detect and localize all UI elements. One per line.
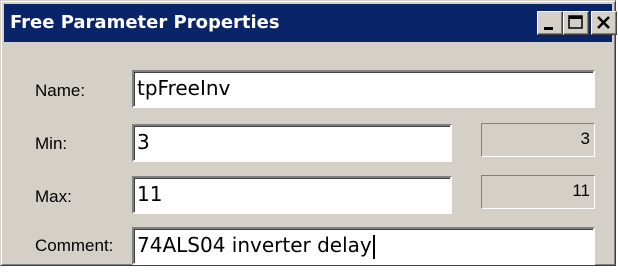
min-input[interactable]: 3 (132, 124, 452, 162)
name-input[interactable]: tpFreeInv (132, 70, 595, 108)
window-title: Free Parameter Properties (10, 12, 280, 33)
min-label: Min: (35, 134, 68, 153)
free-parameter-properties-window: Free Parameter Properties Name: tpFreeIn… (0, 0, 617, 266)
comment-text: 74ALS04 inverter delay (137, 233, 372, 257)
maximize-button[interactable] (563, 11, 589, 35)
comment-label: Comment: (35, 236, 114, 255)
max-input[interactable]: 11 (132, 176, 452, 214)
max-readout: 11 (481, 175, 595, 209)
minimize-button[interactable] (537, 11, 563, 35)
text-caret (372, 234, 375, 259)
comment-input[interactable]: 74ALS04 inverter delay (132, 227, 595, 265)
min-readout: 3 (481, 123, 595, 157)
close-button[interactable] (591, 11, 617, 35)
name-label: Name: (35, 81, 86, 100)
max-label: Max: (35, 187, 72, 206)
title-bar[interactable]: Free Parameter Properties (4, 4, 617, 42)
